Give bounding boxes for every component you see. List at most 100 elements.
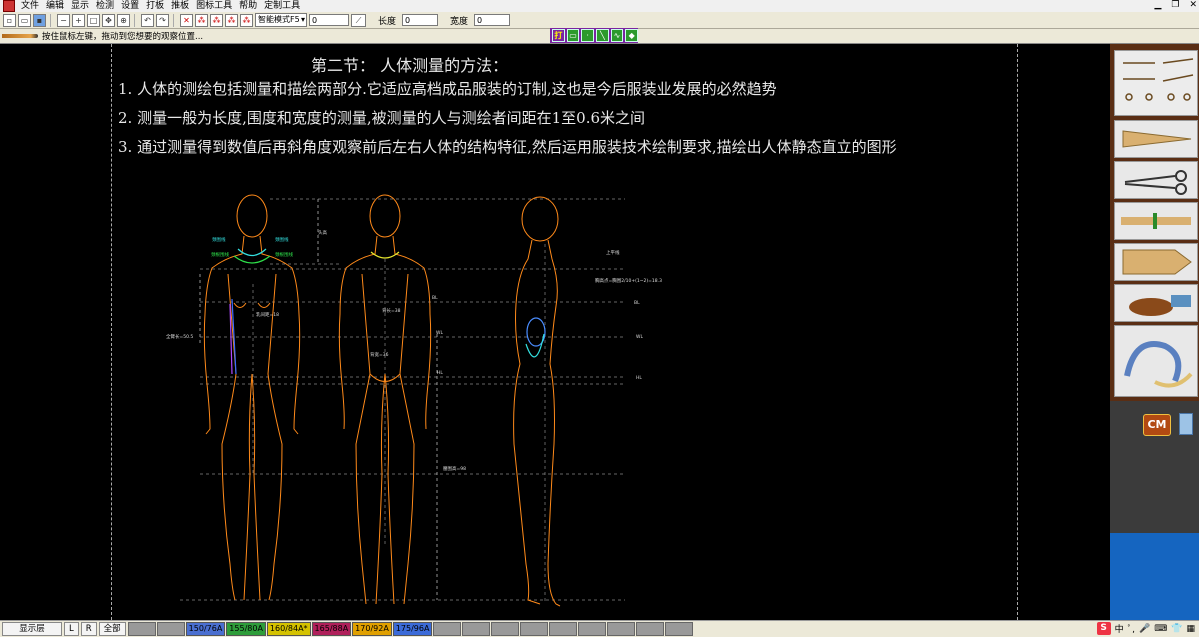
restore-icon[interactable]: ❐: [1171, 0, 1179, 10]
minimize-icon[interactable]: ▁: [1154, 0, 1161, 10]
fabric-tool[interactable]: [1114, 284, 1198, 322]
menu-grade[interactable]: 推板: [171, 0, 196, 12]
neck-base-label-right: 颈根围线: [275, 251, 293, 258]
size-slot-empty[interactable]: [549, 622, 578, 636]
tool-palette: CM: [1110, 44, 1199, 620]
zoom-window-icon[interactable]: ⊕: [117, 13, 130, 27]
quick-tool-strip: 打 ▭ · ╲ ∿ ◆: [550, 28, 639, 43]
size-slot-empty[interactable]: [462, 622, 491, 636]
grid-icon[interactable]: ▦: [1186, 624, 1195, 634]
right-button[interactable]: R: [80, 622, 97, 636]
bust-point-label: 胸高点=胸围2/10+(1~2)=18.3: [595, 277, 662, 284]
menu-check[interactable]: 检测: [96, 0, 121, 12]
display-layer-button[interactable]: 显示层: [2, 622, 62, 636]
menu-custom-tools[interactable]: 定制工具: [264, 0, 307, 12]
width-input[interactable]: 0: [474, 14, 511, 26]
node-tool-icon[interactable]: ◆: [625, 29, 639, 42]
seam-tool[interactable]: [1114, 202, 1198, 240]
all-button[interactable]: 全部: [98, 622, 126, 636]
new-file-icon[interactable]: ▫: [3, 13, 16, 27]
pencil-icon: [2, 34, 38, 38]
point-tool-3-icon[interactable]: ⁂: [225, 13, 238, 27]
pan-icon[interactable]: ✥: [102, 13, 115, 27]
toolbar-divider: [134, 13, 137, 27]
ruler-icon: [1122, 130, 1192, 148]
menu-view[interactable]: 显示: [71, 0, 96, 12]
size-slot-empty[interactable]: [665, 622, 694, 636]
size-slot-empty[interactable]: [491, 622, 520, 636]
zoom-in-icon[interactable]: +: [72, 13, 85, 27]
bl-left-label: BL: [432, 295, 438, 301]
punctuation-icon[interactable]: ﾟ,: [1128, 622, 1135, 635]
scissors-icon: [1124, 170, 1187, 195]
curve-ruler-tool[interactable]: [1114, 325, 1198, 397]
waist-height-label: 腰围高=98: [443, 465, 466, 472]
point-tool-4-icon[interactable]: ⁂: [240, 13, 253, 27]
system-tray: S 中 ﾟ, 🎤 ⌨ 👕 ▦: [1096, 622, 1195, 635]
calculator-icon[interactable]: [1179, 413, 1193, 435]
size-chip-160[interactable]: 160/84A*: [266, 622, 311, 636]
measure-icon[interactable]: ⟋: [351, 13, 366, 27]
save-icon[interactable]: ▪: [33, 13, 46, 27]
menu-icon-tools[interactable]: 图标工具: [196, 0, 239, 12]
zoom-out-icon[interactable]: −: [57, 13, 70, 27]
point-tool-icon[interactable]: ⁂: [195, 13, 208, 27]
cm-unit-button[interactable]: CM: [1143, 414, 1171, 436]
menu-edit[interactable]: 编辑: [46, 0, 71, 12]
close-icon[interactable]: ✕: [1189, 0, 1197, 10]
size-chip-150[interactable]: 150/76A: [185, 622, 226, 636]
undo-icon[interactable]: ↶: [141, 13, 154, 27]
back-length-label: 背长=38: [382, 307, 401, 314]
main-toolbar: ▫ ▭ ▪ − + □ ✥ ⊕ ↶ ↷ ✕ ⁂ ⁂ ⁂ ⁂ 智能模式F5 0 ⟋…: [0, 12, 1199, 29]
curve-tool-icon[interactable]: ∿: [610, 29, 624, 42]
microphone-icon[interactable]: 🎤: [1139, 624, 1150, 634]
delete-icon[interactable]: ✕: [180, 13, 193, 27]
fabric-basket-icon: [1129, 295, 1191, 316]
ruler-tool[interactable]: [1114, 120, 1198, 158]
size-chip-155[interactable]: 155/80A: [226, 622, 266, 636]
size-slot-empty[interactable]: [127, 622, 156, 636]
line-tool-icon[interactable]: ╲: [596, 29, 609, 42]
rectangle-tool-icon[interactable]: ▭: [566, 29, 580, 42]
length-label: 长度: [378, 16, 397, 27]
point-tool-2-icon[interactable]: ⁂: [210, 13, 223, 27]
open-folder-icon[interactable]: ▭: [18, 13, 31, 27]
section-title: 第二节： 人体测量的方法：: [311, 56, 509, 75]
mode-select[interactable]: 智能模式F5: [255, 13, 307, 27]
size-slot-empty[interactable]: [520, 622, 549, 636]
hl-left-label: HL: [437, 370, 443, 376]
value-input[interactable]: 0: [309, 14, 349, 26]
bl-label: BL: [634, 300, 640, 306]
palette-footer: [1110, 533, 1199, 620]
draft-tool-button[interactable]: 打: [552, 29, 565, 42]
length-input[interactable]: 0: [402, 14, 439, 26]
sogou-ime-icon[interactable]: S: [1096, 622, 1111, 635]
size-slot-empty[interactable]: [607, 622, 636, 636]
size-chip-175[interactable]: 175/96A: [392, 622, 433, 636]
size-chip-170[interactable]: 170/92A: [352, 622, 392, 636]
redo-icon[interactable]: ↷: [156, 13, 169, 27]
size-slot-empty[interactable]: [433, 622, 462, 636]
ime-language[interactable]: 中: [1115, 622, 1124, 635]
menu-file[interactable]: 文件: [21, 0, 46, 12]
back-width-label: 背宽=36: [370, 351, 389, 358]
size-slot-empty[interactable]: [578, 622, 607, 636]
shirt-icon[interactable]: 👕: [1171, 624, 1182, 634]
size-chip-165[interactable]: 165/88A: [311, 622, 352, 636]
drafting-tools-group[interactable]: [1114, 50, 1198, 116]
menu-settings[interactable]: 设置: [121, 0, 146, 12]
keyboard-icon[interactable]: ⌨: [1154, 624, 1167, 634]
drawing-canvas[interactable]: 第二节： 人体测量的方法： 1. 人体的测绘包括测量和描绘两部分.它适应高档成品…: [0, 44, 1110, 620]
menu-draft[interactable]: 打板: [146, 0, 171, 12]
menu-help[interactable]: 帮助: [239, 0, 264, 12]
zoom-fit-icon[interactable]: □: [87, 13, 100, 27]
side-figure: [513, 196, 561, 607]
pattern-tool[interactable]: [1114, 243, 1198, 281]
page-border-left: [111, 44, 112, 620]
unit-panel: CM: [1110, 401, 1199, 533]
size-slot-empty[interactable]: [636, 622, 665, 636]
size-slot-empty[interactable]: [156, 622, 185, 636]
left-button[interactable]: L: [64, 622, 79, 636]
scissors-tool[interactable]: [1114, 161, 1198, 199]
dot-tool-icon[interactable]: ·: [581, 29, 595, 42]
